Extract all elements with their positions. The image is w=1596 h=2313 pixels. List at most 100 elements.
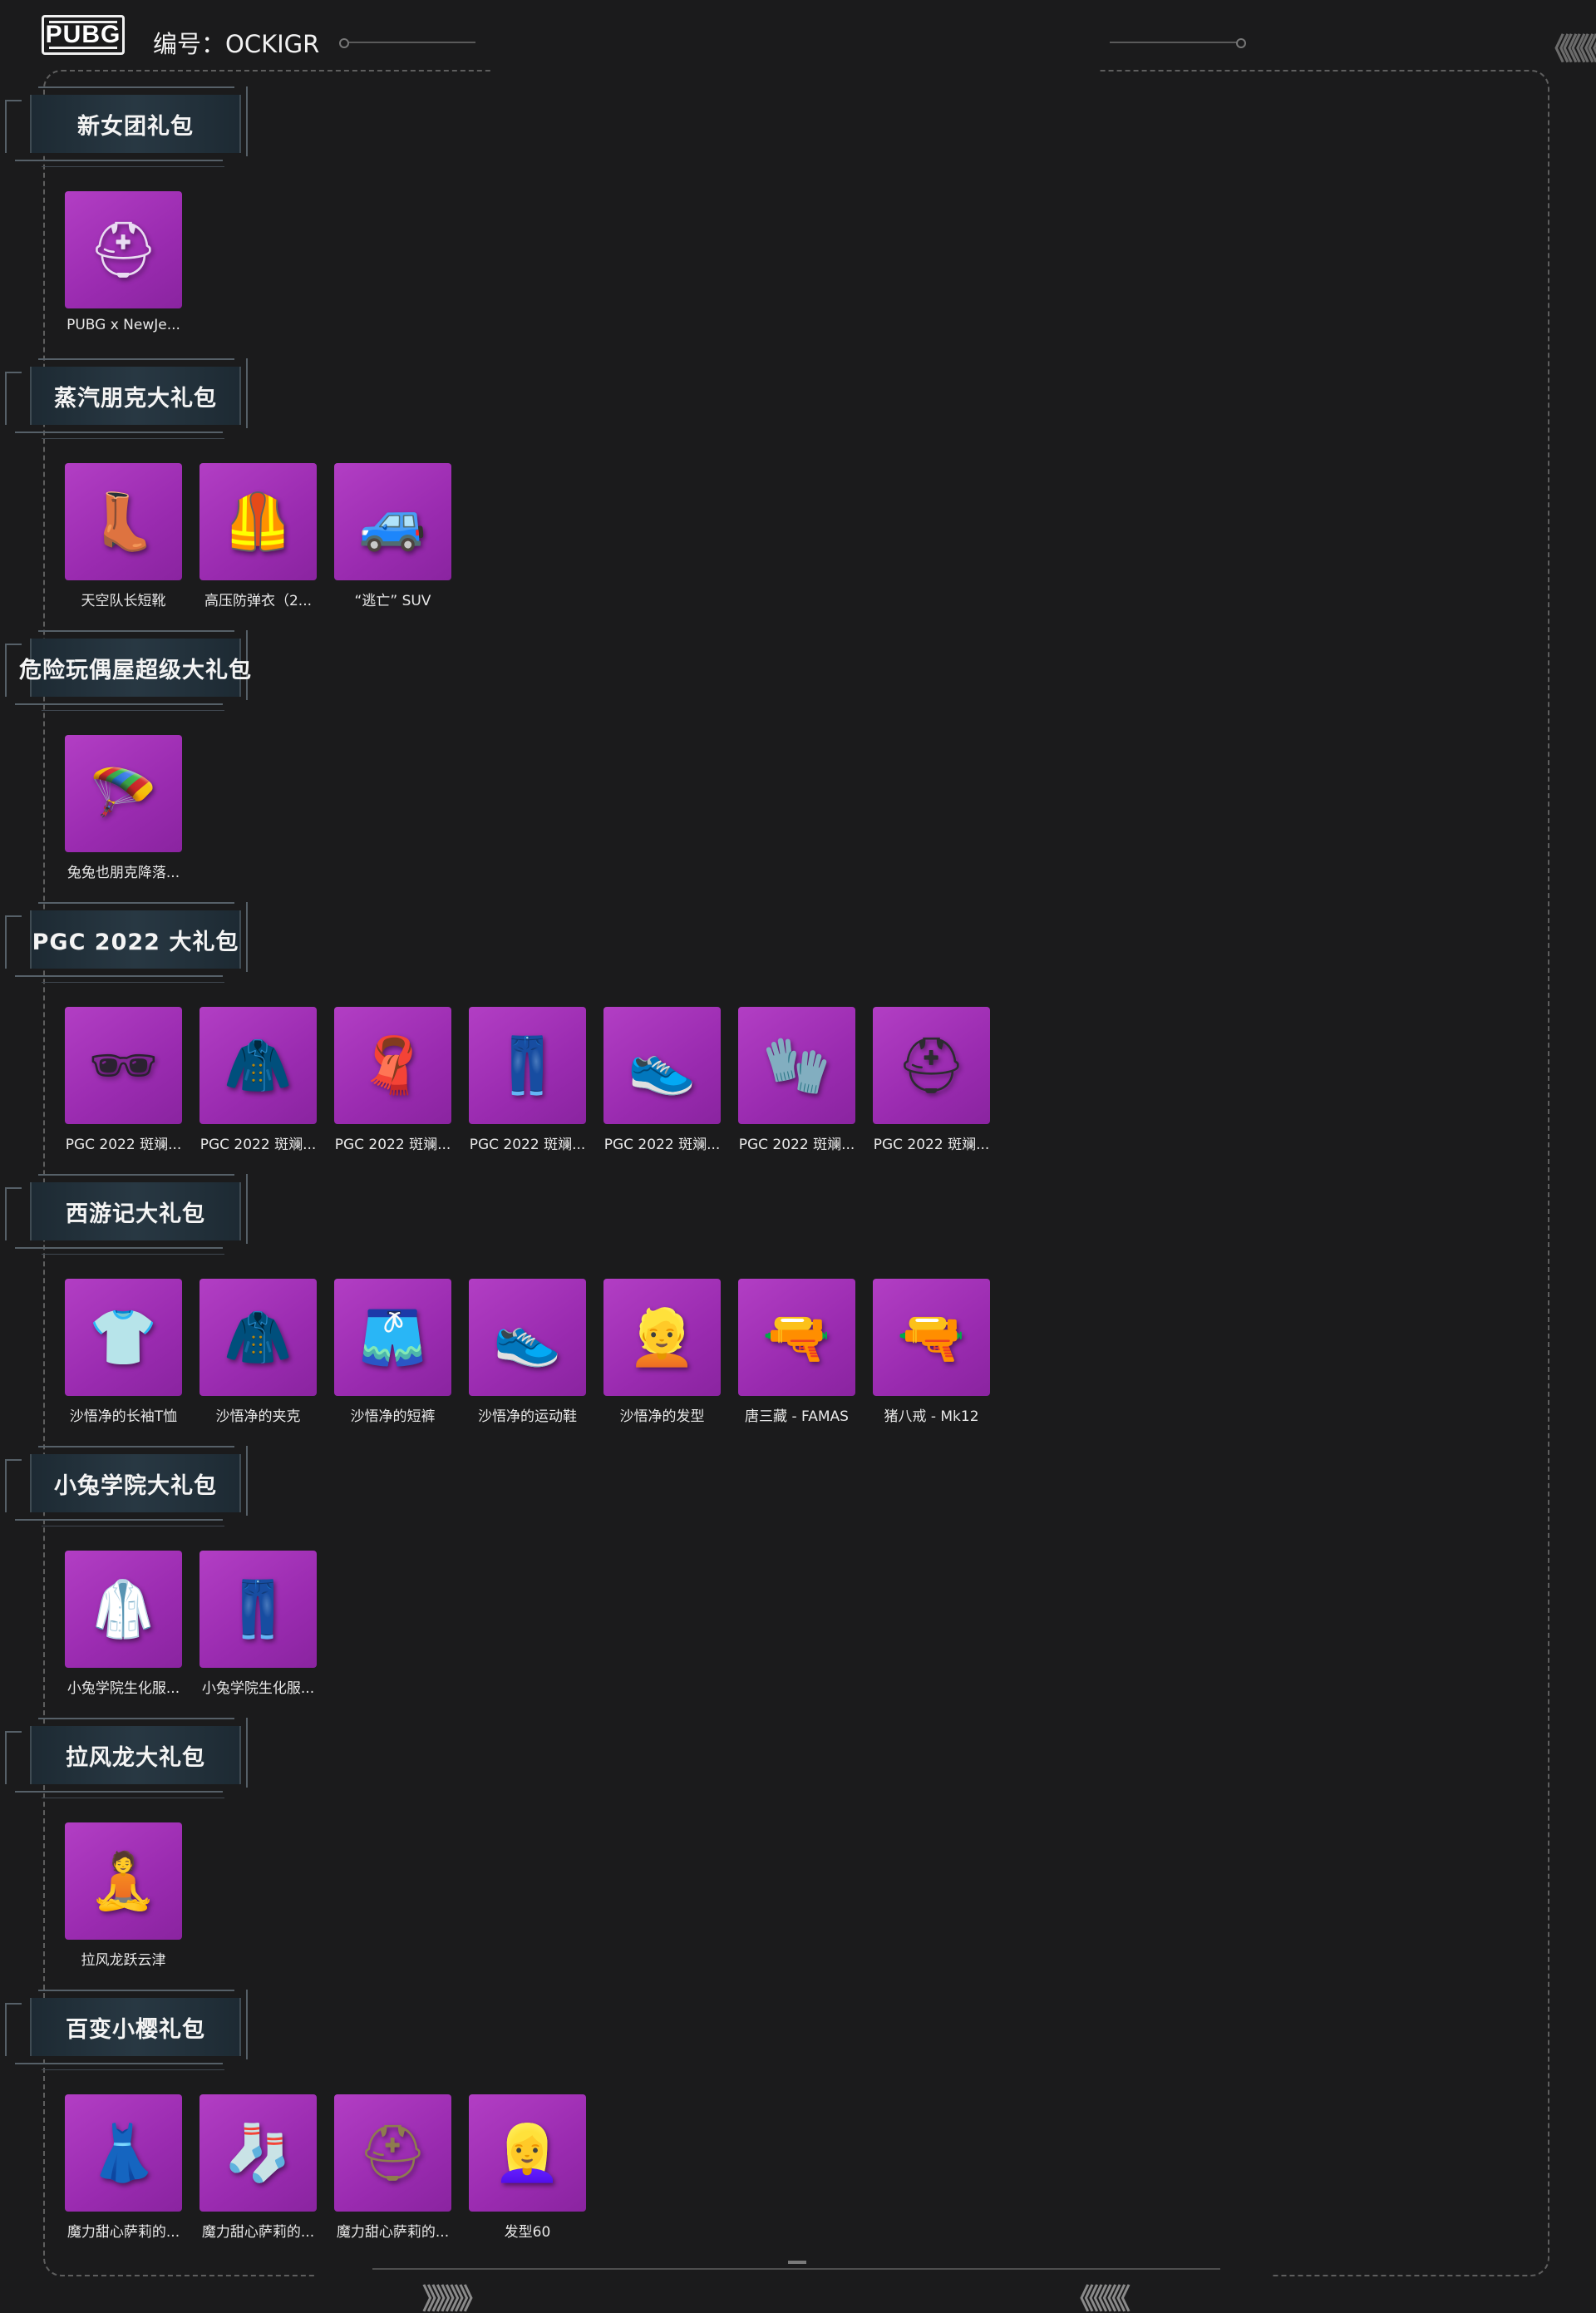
item-row: 👗 魔力甜心萨莉的... 🧦 魔力甜心萨莉的... ⛑ 魔力甜心萨莉的... 👱‍♀️ 发型6…: [65, 2094, 586, 2244]
item-card[interactable]: 🧥 PGC 2022 斑斓...: [200, 1007, 317, 1156]
item-name: 沙悟净的运动鞋: [478, 1408, 577, 1425]
item-card[interactable]: 👗 魔力甜心萨莉的...: [65, 2094, 182, 2244]
item-row: 🕶 PGC 2022 斑斓... 🧥 PGC 2022 斑斓... 🧣 PGC 2022 …: [65, 1007, 990, 1156]
item-thumbnail[interactable]: 👖: [469, 1007, 586, 1124]
section-title-plate: 拉风龙大礼包: [5, 1718, 248, 1798]
section-title: 百变小樱礼包: [66, 2016, 205, 2043]
parachute-icon: 🪂: [89, 761, 158, 826]
item-thumbnail[interactable]: 👟: [469, 1279, 586, 1396]
item-thumbnail[interactable]: 🧥: [200, 1279, 317, 1396]
section-title: 西游记大礼包: [66, 1201, 205, 1227]
item-card[interactable]: 🧤 PGC 2022 斑斓...: [738, 1007, 855, 1156]
item-card[interactable]: ⛑ PGC 2022 斑斓...: [873, 1007, 990, 1156]
header-divider-right: [1110, 38, 1246, 48]
header-divider-left: [339, 38, 475, 48]
section-title: 小兔学院大礼包: [54, 1472, 217, 1499]
item-card[interactable]: 🧦 魔力甜心萨莉的...: [200, 2094, 317, 2244]
item-row: 🥼 小兔学院生化服... 👖 小兔学院生化服...: [65, 1551, 317, 1700]
item-card[interactable]: 🧥 沙悟净的夹克: [200, 1279, 317, 1428]
item-card[interactable]: 👢 天空队长短靴: [65, 463, 182, 613]
item-card[interactable]: 👟 沙悟净的运动鞋: [469, 1279, 586, 1428]
helmet-icon: ⛑: [357, 2120, 428, 2185]
hair-icon: 👱‍♀️: [493, 2120, 562, 2185]
gift-pack-section: 小兔学院大礼包 🥼 小兔学院生化服... 👖 小兔学院生化服...: [0, 1446, 1596, 1714]
item-card[interactable]: 🦺 高压防弹衣（2...: [200, 463, 317, 613]
item-card[interactable]: 👱‍♀️ 发型60: [469, 2094, 586, 2244]
item-thumbnail[interactable]: 👗: [65, 2094, 182, 2212]
item-name: 魔力甜心萨莉的...: [201, 2224, 315, 2241]
item-thumbnail[interactable]: 👱: [603, 1279, 721, 1396]
item-row: 🧘 拉风龙跃云津: [65, 1822, 182, 1972]
item-card[interactable]: 👖 小兔学院生化服...: [200, 1551, 317, 1700]
section-title-plate: 新女团礼包: [5, 86, 248, 167]
item-thumbnail[interactable]: ⛑: [65, 191, 182, 308]
item-thumbnail[interactable]: 🚙: [334, 463, 451, 580]
item-name: 沙悟净的长袖T恤: [69, 1408, 178, 1425]
item-name: 发型60: [504, 2224, 551, 2241]
section-title-plate: 百变小樱礼包: [5, 1990, 248, 2070]
item-thumbnail[interactable]: 👟: [603, 1007, 721, 1124]
item-card[interactable]: 🧣 PGC 2022 斑斓...: [334, 1007, 451, 1156]
item-thumbnail[interactable]: 🧦: [200, 2094, 317, 2212]
stockings-icon: 🧦: [224, 2120, 293, 2185]
item-thumbnail[interactable]: 👢: [65, 463, 182, 580]
item-thumbnail[interactable]: 🔫: [873, 1279, 990, 1396]
item-thumbnail[interactable]: 🦺: [200, 463, 317, 580]
item-thumbnail[interactable]: 👱‍♀️: [469, 2094, 586, 2212]
item-thumbnail[interactable]: 🕶: [65, 1007, 182, 1124]
item-thumbnail[interactable]: 🧥: [200, 1007, 317, 1124]
item-thumbnail[interactable]: 🧘: [65, 1822, 182, 1940]
goggles-icon: 🕶: [88, 1033, 159, 1097]
chevron-right-icon: 》》》》》: [422, 2283, 487, 2313]
section-title-plate: 西游记大礼包: [5, 1174, 248, 1255]
item-thumbnail[interactable]: 🧤: [738, 1007, 855, 1124]
item-card[interactable]: 👱 沙悟净的发型: [603, 1279, 721, 1428]
item-card[interactable]: 👖 PGC 2022 斑斓...: [469, 1007, 586, 1156]
item-thumbnail[interactable]: 👕: [65, 1279, 182, 1396]
rifle-icon: 🔫: [762, 1304, 831, 1369]
item-name: 魔力甜心萨莉的...: [66, 2224, 180, 2241]
gift-pack-section: 西游记大礼包 👕 沙悟净的长袖T恤 🧥 沙悟净的夹克 🩳 沙悟净的短裤 👟 沙悟净的运动鞋 👱 沙悟…: [0, 1174, 1596, 1442]
item-card[interactable]: 🧘 拉风龙跃云津: [65, 1822, 182, 1972]
item-name: 小兔学院生化服...: [66, 1680, 180, 1697]
item-name: PGC 2022 斑斓...: [873, 1137, 990, 1153]
item-card[interactable]: 🪂 兔兔也朋克降落...: [65, 735, 182, 885]
section-title-plate: 小兔学院大礼包: [5, 1446, 248, 1526]
item-row: 👕 沙悟净的长袖T恤 🧥 沙悟净的夹克 🩳 沙悟净的短裤 👟 沙悟净的运动鞋 👱 沙悟净的发型 🔫 唐…: [65, 1279, 990, 1428]
footer-divider: [372, 2268, 1220, 2270]
boots-icon: 👢: [89, 489, 158, 554]
item-card[interactable]: 👟 PGC 2022 斑斓...: [603, 1007, 721, 1156]
shirt-icon: 👕: [89, 1304, 158, 1369]
item-thumbnail[interactable]: 🩳: [334, 1279, 451, 1396]
gift-pack-section: PGC 2022 大礼包 🕶 PGC 2022 斑斓... 🧥 PGC 2022 斑斓.…: [0, 902, 1596, 1170]
hazmat-top-icon: 🥼: [89, 1576, 158, 1641]
item-card[interactable]: 🕶 PGC 2022 斑斓...: [65, 1007, 182, 1156]
gift-pack-section: 新女团礼包 ⛑ PUBG x NewJe...: [0, 86, 1596, 354]
item-card[interactable]: ⛑ 魔力甜心萨莉的...: [334, 2094, 451, 2244]
item-thumbnail[interactable]: 👖: [200, 1551, 317, 1668]
gift-pack-section: 拉风龙大礼包 🧘 拉风龙跃云津: [0, 1718, 1596, 1985]
item-card[interactable]: 🩳 沙悟净的短裤: [334, 1279, 451, 1428]
item-name: 小兔学院生化服...: [201, 1680, 315, 1697]
item-thumbnail[interactable]: 🧣: [334, 1007, 451, 1124]
hazmat-pants-icon: 👖: [224, 1576, 293, 1641]
item-card[interactable]: 🔫 猪八戒 - Mk12: [873, 1279, 990, 1428]
section-title: 蒸汽朋克大礼包: [54, 385, 217, 412]
item-thumbnail[interactable]: ⛑: [873, 1007, 990, 1124]
item-name: 兔兔也朋克降落...: [66, 865, 180, 881]
item-row: ⛑ PUBG x NewJe...: [65, 191, 182, 341]
item-card[interactable]: 🥼 小兔学院生化服...: [65, 1551, 182, 1700]
item-thumbnail[interactable]: 🔫: [738, 1279, 855, 1396]
item-name: PGC 2022 斑斓...: [738, 1137, 855, 1153]
item-name: PGC 2022 斑斓...: [334, 1137, 451, 1153]
section-title: 危险玩偶屋超级大礼包: [19, 657, 252, 683]
item-card[interactable]: ⛑ PUBG x NewJe...: [65, 191, 182, 341]
pubg-logo: PUBG: [42, 15, 125, 55]
item-card[interactable]: 👕 沙悟净的长袖T恤: [65, 1279, 182, 1428]
item-card[interactable]: 🚙 “逃亡” SUV: [334, 463, 451, 613]
section-title-plate: PGC 2022 大礼包: [5, 902, 248, 983]
item-thumbnail[interactable]: ⛑: [334, 2094, 451, 2212]
item-thumbnail[interactable]: 🥼: [65, 1551, 182, 1668]
item-card[interactable]: 🔫 唐三藏 - FAMAS: [738, 1279, 855, 1428]
item-thumbnail[interactable]: 🪂: [65, 735, 182, 852]
